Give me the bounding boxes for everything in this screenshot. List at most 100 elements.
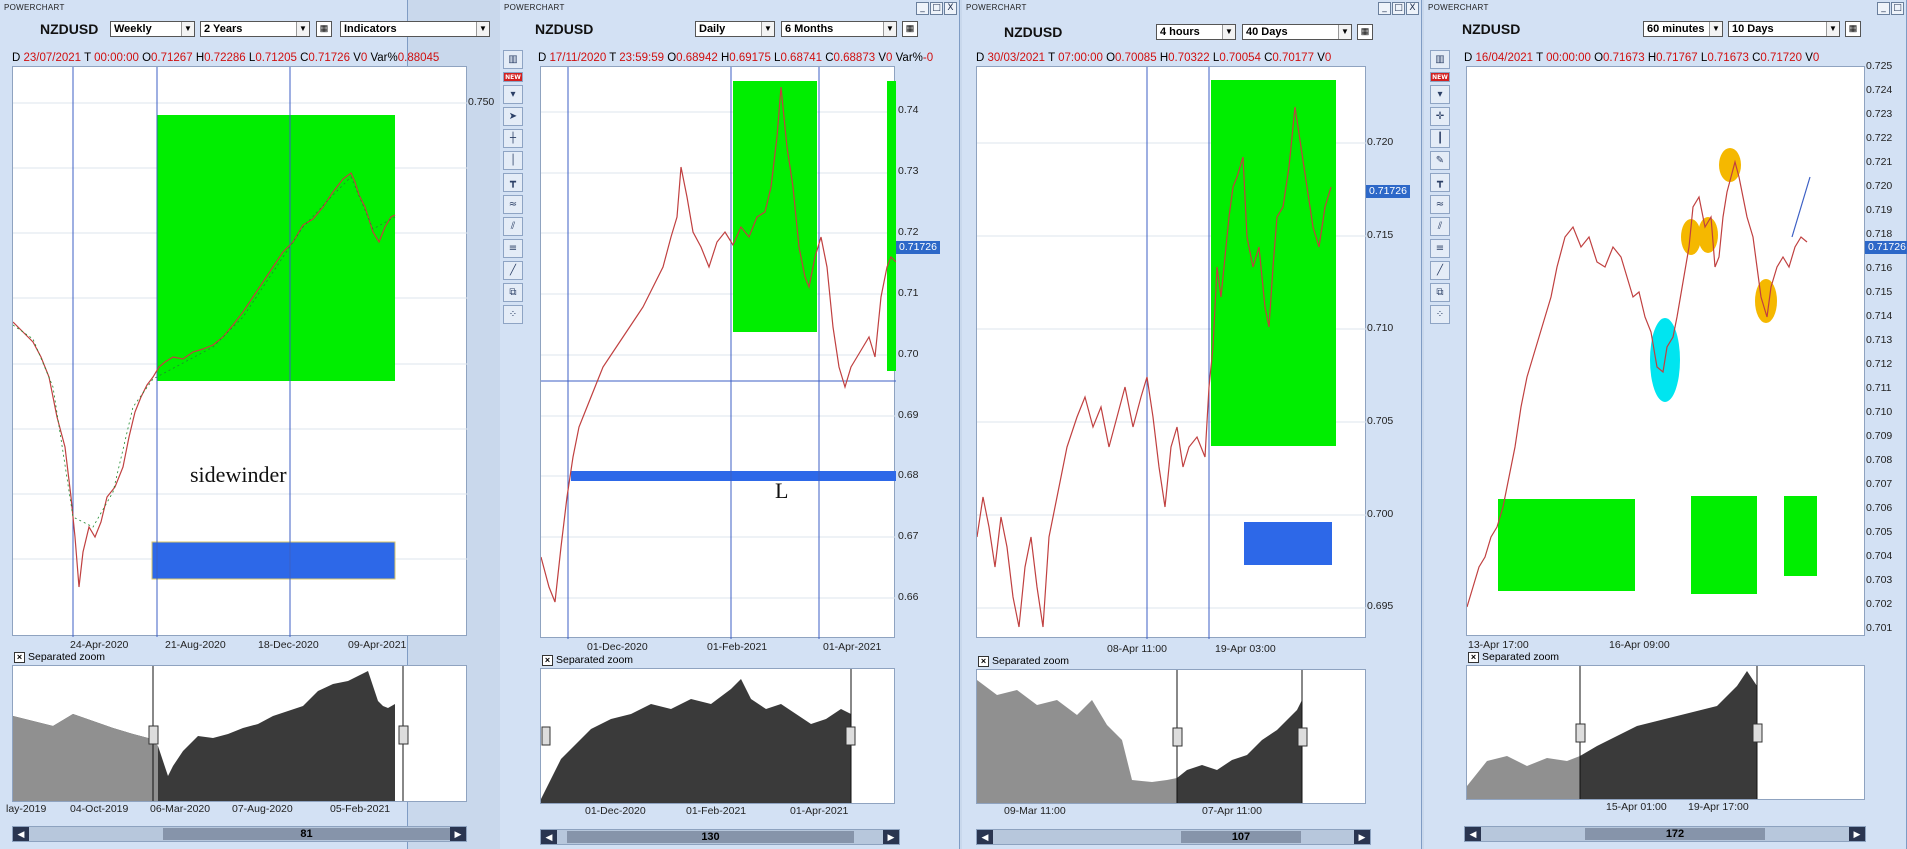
calendar-icon[interactable]: ▦ (316, 21, 332, 37)
y-tick: 0.71 (898, 287, 919, 299)
scroll-thumb[interactable]: 107 (1181, 831, 1301, 843)
range-select[interactable]: 6 Months ▼ (781, 21, 897, 37)
zoom-navigator[interactable] (12, 665, 467, 802)
trend-line-icon[interactable]: ≈ (503, 195, 523, 214)
chevron-down-icon: ▼ (1222, 25, 1235, 39)
y-tick: 0.712 (1866, 358, 1893, 370)
chart-scrollbar[interactable]: ◀ 107 ▶ (976, 829, 1371, 845)
target-zone (1784, 496, 1817, 576)
maximize-button[interactable]: □ (1392, 2, 1405, 15)
scroll-thumb[interactable]: 130 (567, 831, 854, 843)
calendar-icon[interactable]: ▦ (1845, 21, 1861, 37)
y-tick: 0.706 (1866, 502, 1893, 514)
target-zone (887, 81, 896, 371)
close-button[interactable]: X (944, 2, 957, 15)
price-chart[interactable] (12, 66, 468, 637)
pencil-icon[interactable]: ✎ (1430, 151, 1450, 170)
chevron-down-icon: ▼ (476, 22, 489, 36)
fibonacci-icon[interactable]: ≡ (503, 239, 523, 258)
dropdown-icon[interactable]: ▾ (503, 85, 523, 104)
close-icon[interactable]: × (978, 655, 989, 667)
separated-zoom-toggle[interactable]: × Separated zoom (1468, 651, 1559, 663)
new-badge: NEW (503, 72, 523, 82)
price-chart[interactable] (976, 66, 1367, 639)
chart-panel-4h: POWERCHART _ □ X NZDUSD 4 hours ▼ 40 Days… (962, 0, 1422, 849)
fibonacci-icon[interactable]: ≡ (1430, 239, 1450, 258)
trend-line (1791, 176, 1811, 238)
horizontal-line-icon[interactable]: ┳ (503, 173, 523, 192)
scroll-thumb[interactable]: 172 (1585, 828, 1765, 840)
crosshair-icon[interactable]: ✛ (1430, 107, 1450, 126)
separated-zoom-toggle[interactable]: × Separated zoom (542, 654, 633, 666)
period-select[interactable]: 60 minutes ▼ (1643, 21, 1723, 37)
grid-dots-icon[interactable]: ⁘ (1430, 305, 1450, 324)
vertical-line-icon[interactable]: │ (503, 151, 523, 170)
range-select[interactable]: 40 Days ▼ (1242, 24, 1352, 40)
grid-dots-icon[interactable]: ⁘ (503, 305, 523, 324)
gann-icon[interactable]: ╱ (503, 261, 523, 280)
scroll-left-button[interactable]: ◀ (977, 830, 993, 844)
y-tick: 0.701 (1866, 622, 1893, 634)
close-button[interactable]: X (1406, 2, 1419, 15)
horizontal-line-icon[interactable]: ┳ (1430, 173, 1450, 192)
period-select[interactable]: 4 hours ▼ (1156, 24, 1236, 40)
minimize-button[interactable]: _ (1378, 2, 1391, 15)
period-select[interactable]: Weekly ▼ (110, 21, 195, 37)
scroll-thumb[interactable]: 81 (163, 828, 450, 840)
symbol-label: NZDUSD (1462, 21, 1521, 37)
target-zone (157, 115, 395, 381)
copy-icon[interactable]: ⧉ (1430, 283, 1450, 302)
separated-zoom-toggle[interactable]: × Separated zoom (14, 651, 105, 663)
target-zone (1691, 496, 1757, 594)
separated-zoom-toggle[interactable]: × Separated zoom (978, 655, 1069, 667)
support-zone (151, 541, 396, 580)
chart-scrollbar[interactable]: ◀ 172 ▶ (1464, 826, 1866, 842)
scroll-right-button[interactable]: ▶ (1354, 830, 1370, 844)
close-icon[interactable]: × (14, 651, 25, 663)
pointer-icon[interactable]: ➤ (503, 107, 523, 126)
dropdown-icon[interactable]: ▾ (1430, 85, 1450, 104)
indicators-select[interactable]: Indicators ▼ (340, 21, 490, 37)
maximize-button[interactable]: □ (930, 2, 943, 15)
calendar-icon[interactable]: ▦ (902, 21, 918, 37)
y-tick: 0.73 (898, 165, 919, 177)
copy-icon[interactable]: ⧉ (503, 283, 523, 302)
scroll-left-button[interactable]: ◀ (1465, 827, 1481, 841)
grid-icon[interactable]: ▥ (1430, 50, 1450, 69)
price-chart[interactable] (1466, 66, 1865, 636)
x-tick: 01-Feb-2021 (707, 641, 768, 653)
scroll-right-button[interactable]: ▶ (883, 830, 899, 844)
y-tick: 0.67 (898, 530, 919, 542)
channel-icon[interactable]: ⫽ (503, 217, 523, 236)
zoom-navigator[interactable] (976, 669, 1366, 804)
close-icon[interactable]: × (542, 654, 553, 666)
minimize-button[interactable]: _ (916, 2, 929, 15)
grid-icon[interactable]: ▥ (503, 50, 523, 69)
minimize-button[interactable]: _ (1877, 2, 1890, 15)
trend-line-icon[interactable]: ≈ (1430, 195, 1450, 214)
zoom-navigator[interactable] (540, 668, 895, 804)
maximize-button[interactable]: □ (1891, 2, 1904, 15)
zoom-navigator[interactable] (1466, 665, 1865, 800)
gann-icon[interactable]: ╱ (1430, 261, 1450, 280)
price-chart[interactable] (540, 66, 896, 639)
crosshair-icon[interactable]: ┼ (503, 129, 523, 148)
zoom-x-tick: lay-2019 (6, 803, 47, 815)
vertical-line-icon[interactable]: ┃ (1430, 129, 1450, 148)
channel-icon[interactable]: ⫽ (1430, 217, 1450, 236)
chart-scrollbar[interactable]: ◀ 130 ▶ (540, 829, 900, 845)
calendar-icon[interactable]: ▦ (1357, 24, 1373, 40)
close-icon[interactable]: × (1468, 651, 1479, 663)
scroll-right-button[interactable]: ▶ (1849, 827, 1865, 841)
scroll-right-button[interactable]: ▶ (450, 827, 466, 841)
y-tick: 0.74 (898, 104, 919, 116)
zoom-x-tick: 07-Aug-2020 (232, 803, 293, 815)
range-select[interactable]: 2 Years ▼ (200, 21, 310, 37)
chevron-down-icon: ▼ (1709, 22, 1722, 36)
range-select[interactable]: 10 Days ▼ (1728, 21, 1840, 37)
y-tick: 0.715 (1367, 229, 1394, 241)
chart-scrollbar[interactable]: ◀ 81 ▶ (12, 826, 467, 842)
scroll-left-button[interactable]: ◀ (541, 830, 557, 844)
period-select[interactable]: Daily ▼ (695, 21, 775, 37)
scroll-left-button[interactable]: ◀ (13, 827, 29, 841)
